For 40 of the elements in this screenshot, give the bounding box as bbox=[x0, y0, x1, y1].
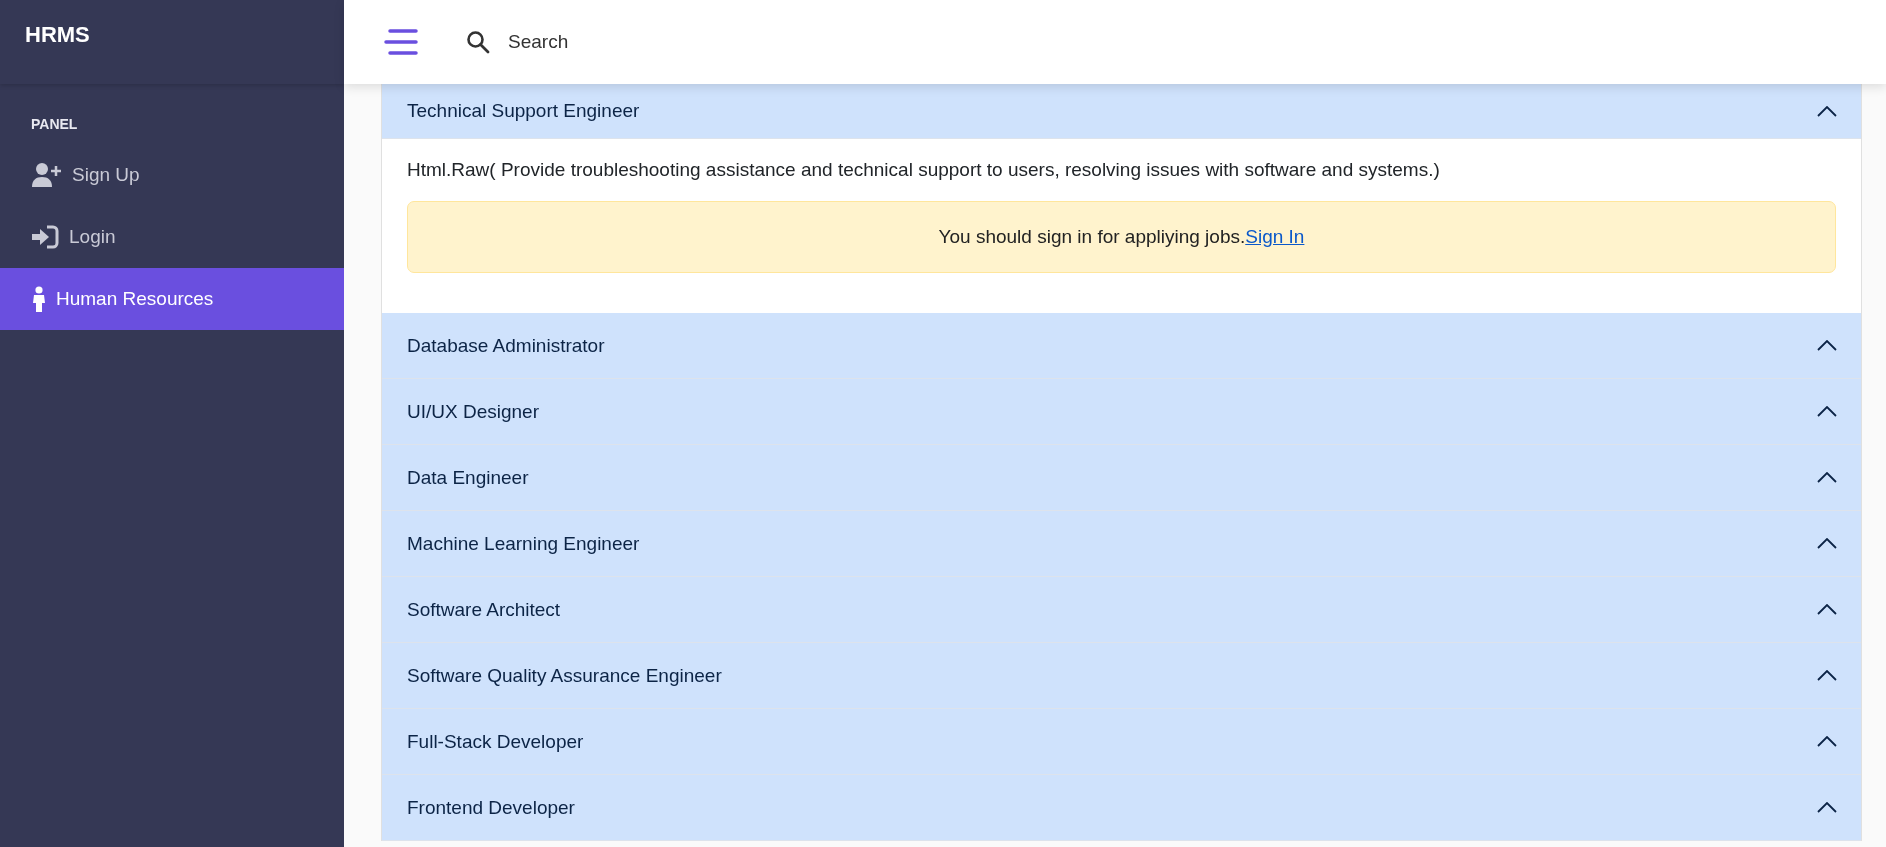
accordion-header[interactable]: Software Architect bbox=[382, 577, 1861, 643]
accordion-header[interactable]: Database Administrator bbox=[382, 313, 1861, 379]
chevron-up-icon bbox=[1817, 736, 1837, 747]
accordion-header[interactable]: Data Engineer bbox=[382, 445, 1861, 511]
chevron-up-icon bbox=[1817, 670, 1837, 681]
sign-in-icon bbox=[32, 225, 59, 249]
chevron-up-icon bbox=[1817, 105, 1837, 117]
job-title: Data Engineer bbox=[407, 466, 529, 489]
job-title: Software Architect bbox=[407, 598, 561, 621]
section-label: PANEL bbox=[31, 116, 78, 132]
person-icon bbox=[32, 286, 46, 312]
accordion-header[interactable]: Technical Support Engineer bbox=[382, 84, 1861, 139]
job-title: Full-Stack Developer bbox=[407, 730, 584, 753]
chevron-up-icon bbox=[1817, 604, 1837, 615]
sign-in-link[interactable]: Sign In bbox=[1245, 226, 1305, 247]
chevron-up-icon bbox=[1817, 802, 1837, 813]
job-title: Frontend Developer bbox=[407, 796, 575, 819]
brand-title: HRMS bbox=[25, 22, 90, 48]
chevron-up-icon bbox=[1817, 472, 1837, 483]
job-title: Machine Learning Engineer bbox=[407, 532, 640, 555]
job-title: Software Quality Assurance Engineer bbox=[407, 664, 722, 687]
job-title: UI/UX Designer bbox=[407, 400, 539, 423]
accordion-header[interactable]: Machine Learning Engineer bbox=[382, 511, 1861, 577]
accordion-header[interactable]: Full-Stack Developer bbox=[382, 709, 1861, 775]
chevron-up-icon bbox=[1817, 340, 1837, 351]
sidebar-item[interactable]: Sign Up bbox=[0, 144, 344, 206]
accordion-header[interactable]: UI/UX Designer bbox=[382, 379, 1861, 445]
user-plus-icon bbox=[32, 163, 62, 187]
sidebar-item[interactable]: Human Resources bbox=[0, 268, 344, 330]
job-title: Database Administrator bbox=[407, 334, 605, 357]
search-icon bbox=[466, 30, 490, 54]
menu-icon[interactable] bbox=[384, 29, 418, 55]
accordion-header[interactable]: Software Quality Assurance Engineer bbox=[382, 643, 1861, 709]
chevron-up-icon bbox=[1817, 406, 1837, 417]
job-description: Html.Raw( Provide troubleshooting assistance and technical support to users, resolving issues with software and systems.) bbox=[407, 159, 1441, 181]
sidebar-item[interactable]: Login bbox=[0, 206, 344, 268]
job-title: Technical Support Engineer bbox=[407, 100, 640, 122]
chevron-up-icon bbox=[1817, 538, 1837, 549]
accordion-header[interactable]: Frontend Developer bbox=[382, 775, 1861, 841]
alert-message: You should sign in for appliying jobs.Sign In bbox=[938, 226, 1305, 248]
